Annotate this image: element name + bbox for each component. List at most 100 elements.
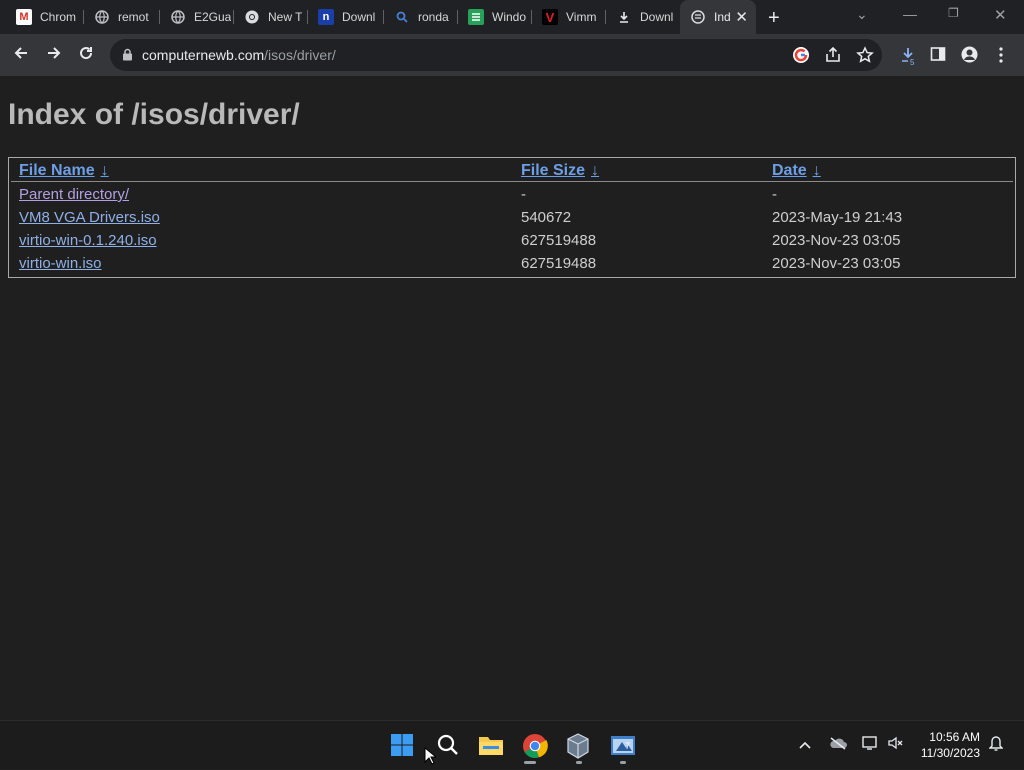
tab-e2guardian[interactable]: E2Gua: [160, 0, 234, 34]
url-path: /isos/driver/: [264, 47, 336, 63]
tab-title: E2Gua: [194, 10, 232, 24]
file-link[interactable]: virtio-win.iso: [19, 255, 102, 272]
sort-by-size-link[interactable]: File Size ↓: [521, 162, 599, 180]
side-panel-icon[interactable]: [930, 46, 946, 67]
start-windows-icon[interactable]: [390, 733, 416, 759]
svg-text:5: 5: [910, 58, 915, 66]
parent-directory-link[interactable]: Parent directory/: [19, 186, 129, 203]
tab-vimm[interactable]: V Vimm: [532, 0, 606, 34]
tab-gmail[interactable]: M Chrom: [6, 0, 84, 34]
tab-title: Downl: [640, 10, 674, 24]
restore-button[interactable]: ❐: [948, 6, 959, 20]
tab-title: ronda: [418, 10, 449, 24]
directory-listing-table: File Name ↓ File Size ↓ Date ↓ Parent direc…: [8, 157, 1016, 278]
downloads-icon[interactable]: 5: [898, 46, 918, 71]
close-window-button[interactable]: ✕: [994, 6, 1007, 24]
tab-title: Ind: [714, 10, 731, 24]
back-arrow-icon: [14, 47, 27, 59]
file-date: -: [772, 186, 777, 203]
sort-arrow-icon: ↓: [591, 162, 600, 179]
header-divider: [11, 181, 1013, 182]
forward-button[interactable]: [43, 44, 65, 66]
tab-index-active[interactable]: Ind ✕: [680, 0, 756, 34]
tab-new-tab[interactable]: New T: [234, 0, 308, 34]
file-link[interactable]: virtio-win-0.1.240.iso: [19, 232, 157, 249]
tab-title: Chrom: [40, 10, 77, 24]
file-link[interactable]: VM8 VGA Drivers.iso: [19, 209, 160, 226]
page-title: Index of /isos/driver/: [8, 98, 300, 131]
profile-avatar-icon[interactable]: [961, 46, 978, 68]
reload-button[interactable]: [75, 44, 97, 66]
column-header-size: File Size: [521, 162, 586, 179]
close-tab-icon[interactable]: ✕: [735, 8, 748, 26]
chrome-running-indicator: [524, 761, 536, 764]
share-icon[interactable]: [824, 46, 842, 64]
tab-title: New T: [268, 10, 303, 24]
file-size: 540672: [521, 209, 572, 226]
volume-muted-icon[interactable]: [887, 735, 905, 754]
sort-by-date-link[interactable]: Date ↓: [772, 162, 821, 180]
clock-date: 11/30/2023: [920, 746, 980, 760]
address-bar[interactable]: computernewb.com/isos/driver/: [110, 39, 882, 71]
tab-search-chevron-icon[interactable]: ⌄: [856, 6, 868, 23]
google-lens-icon[interactable]: [792, 46, 810, 64]
clock-time: 10:56 AM: [929, 730, 980, 744]
file-explorer-icon[interactable]: [478, 733, 504, 759]
tab-title: remot: [118, 10, 149, 24]
globe-icon: [170, 9, 186, 25]
file-date: 2023-Nov-23 03:05: [772, 255, 901, 272]
file-size: 627519488: [521, 255, 597, 272]
new-tab-button[interactable]: +: [768, 7, 780, 30]
vm-running-indicator: [620, 761, 626, 764]
gmail-icon: M: [16, 9, 32, 25]
mouse-pointer-icon: [424, 746, 438, 770]
back-button[interactable]: [10, 44, 32, 66]
download-icon: [616, 9, 632, 25]
sort-arrow-icon: ↓: [100, 162, 109, 179]
tab-title: Vimm: [566, 10, 597, 24]
chrome-taskbar-icon[interactable]: [522, 733, 548, 759]
file-date: 2023-Nov-23 03:05: [772, 232, 901, 249]
virtualbox-running-indicator: [576, 761, 582, 764]
url-text[interactable]: computernewb.com/isos/driver/: [142, 47, 336, 63]
url-host: computernewb.com: [142, 47, 265, 63]
tab-download-n[interactable]: n Downl: [308, 0, 384, 34]
chrome-icon: [244, 9, 260, 25]
green-logo-icon: [468, 9, 484, 25]
vm-window-icon[interactable]: 7: [610, 733, 636, 759]
sort-arrow-icon: ↓: [812, 162, 821, 179]
forward-arrow-icon: [48, 47, 61, 59]
tab-remote[interactable]: remot: [84, 0, 160, 34]
minimize-button[interactable]: —: [903, 6, 917, 22]
show-hidden-icons-chevron-icon[interactable]: [799, 737, 811, 752]
page-icon: [690, 9, 706, 25]
lock-icon[interactable]: [122, 48, 133, 66]
file-size: -: [521, 186, 526, 203]
network-icon[interactable]: [861, 735, 879, 754]
windows-taskbar: 7 10:56 AM 11/30/2023: [0, 720, 1024, 769]
search-icon: [394, 9, 410, 25]
vimm-logo-icon: V: [542, 9, 558, 25]
n-logo-icon: n: [318, 9, 334, 25]
system-clock[interactable]: 10:56 AM 11/30/2023: [921, 729, 980, 761]
search-icon[interactable]: [436, 733, 462, 759]
reload-icon: [80, 47, 93, 60]
page-content: Index of /isos/driver/ File Name ↓ File S…: [0, 76, 1024, 720]
sort-by-name-link[interactable]: File Name ↓: [19, 162, 109, 180]
onedrive-offline-icon[interactable]: [829, 736, 847, 753]
tab-title: Downl: [342, 10, 376, 24]
bookmark-star-icon[interactable]: [856, 46, 874, 64]
menu-kebab-icon[interactable]: [998, 47, 1004, 68]
column-header-date: Date: [772, 162, 807, 179]
tab-strip: M Chrom remot E2Gua New T n Downl ronda: [0, 0, 1024, 34]
globe-icon: [94, 9, 110, 25]
tab-downloads[interactable]: Downl: [606, 0, 680, 34]
notification-bell-icon[interactable]: [988, 736, 1004, 755]
tab-windows[interactable]: Windo: [458, 0, 532, 34]
tab-title: Windo: [492, 10, 527, 24]
virtualbox-icon[interactable]: [566, 733, 592, 759]
file-size: 627519488: [521, 232, 597, 249]
browser-toolbar: computernewb.com/isos/driver/ 5: [0, 34, 1024, 76]
tab-ronda[interactable]: ronda: [384, 0, 458, 34]
column-header-name: File Name: [19, 162, 95, 179]
